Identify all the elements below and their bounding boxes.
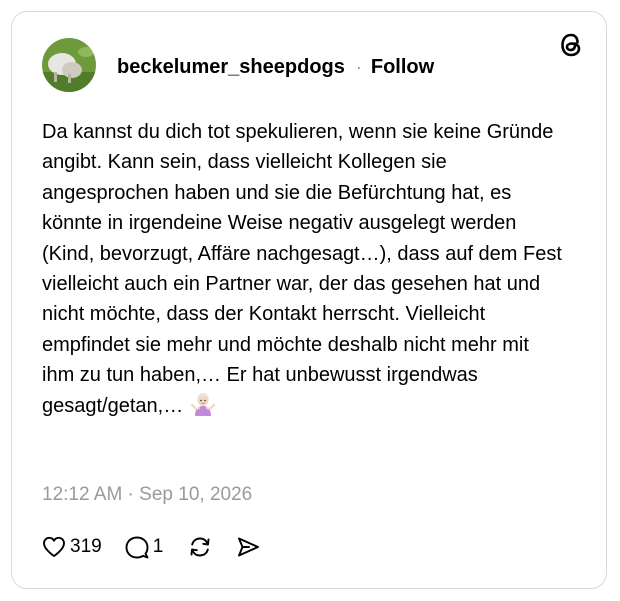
follow-button[interactable]: Follow (371, 56, 434, 79)
comment-bubble-icon (125, 536, 149, 559)
post-timestamp[interactable]: 12:12 AM · Sep 10, 2026 (42, 484, 252, 506)
like-button[interactable]: 319 (41, 534, 102, 560)
person-shrugging-emoji-icon (190, 392, 215, 416)
threads-logo-icon[interactable] (558, 32, 584, 58)
share-button[interactable] (235, 534, 261, 560)
avatar[interactable] (42, 38, 96, 92)
username[interactable]: beckelumer_sheepdogs (117, 56, 345, 79)
like-count: 319 (70, 536, 102, 557)
post-actions: 319 1 (41, 534, 261, 560)
avatar-photo (42, 38, 96, 92)
heart-icon (43, 536, 65, 557)
post-body: Da kannst du dich tot spekulieren, wenn … (42, 117, 562, 421)
repost-button[interactable] (187, 534, 213, 560)
post-header: beckelumer_sheepdogs · Follow (117, 56, 434, 79)
reply-count: 1 (152, 536, 164, 557)
send-icon (238, 537, 260, 557)
repost-icon (190, 537, 210, 557)
reply-button[interactable]: 1 (124, 534, 164, 560)
post-text: Da kannst du dich tot spekulieren, wenn … (42, 121, 562, 417)
separator-dot: · (355, 57, 362, 77)
post-card: beckelumer_sheepdogs · Follow Da kannst … (11, 11, 607, 589)
